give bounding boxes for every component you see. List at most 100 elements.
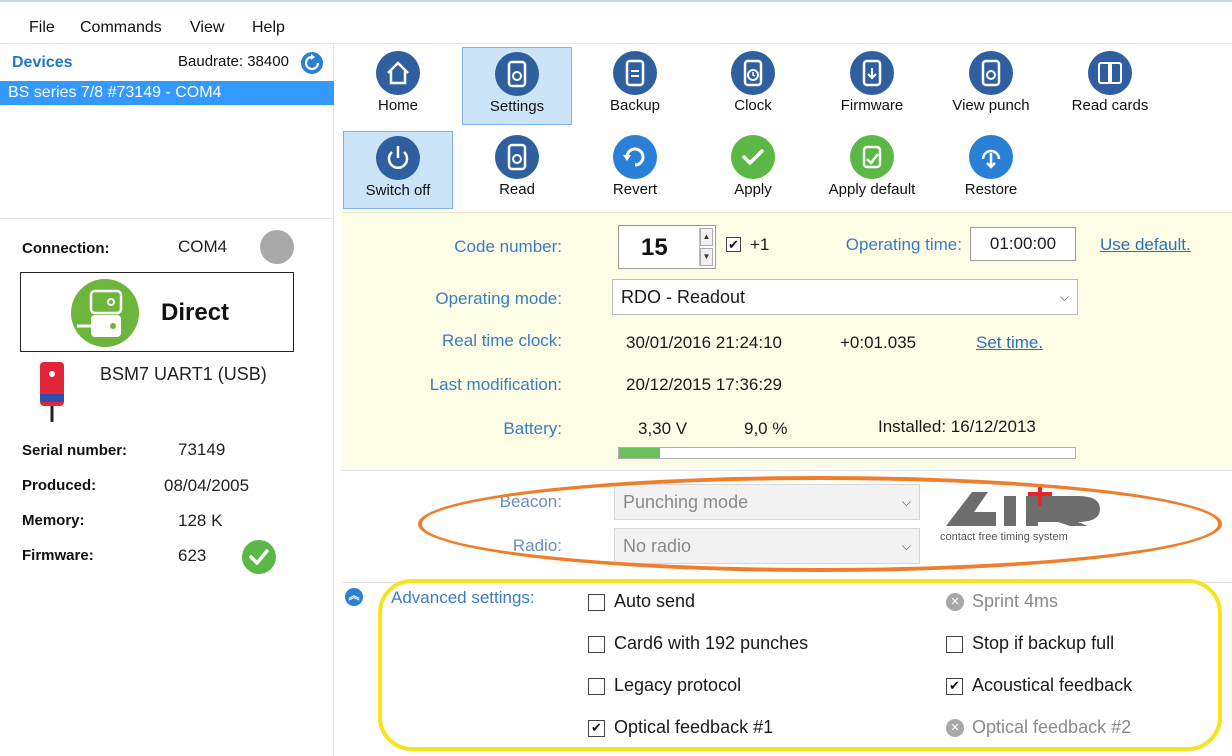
plus-one-label: +1 <box>750 235 770 254</box>
apply-default-icon <box>850 135 894 179</box>
advanced-highlight-ellipse <box>378 579 1222 751</box>
firmware-icon <box>850 51 894 95</box>
device-list-item[interactable]: BS series 7/8 #73149 - COM4 <box>0 81 334 105</box>
restore-label: Restore <box>964 181 1018 198</box>
real-time-clock-label: Real time clock: <box>442 331 562 350</box>
menu-file[interactable]: File <box>29 19 55 37</box>
operating-mode-label: Operating mode: <box>435 289 562 308</box>
read-cards-label: Read cards <box>1071 97 1149 114</box>
last-modification-label: Last modification: <box>429 375 562 394</box>
devices-title: Devices <box>12 54 73 71</box>
view-punch-button[interactable]: View punch <box>936 47 1046 125</box>
home-label: Home <box>377 97 418 114</box>
check-icon <box>242 540 276 574</box>
code-number-spinner[interactable]: ▲ ▼ <box>699 228 713 266</box>
last-modification-value: 20/12/2015 17:36:29 <box>626 375 782 394</box>
air-highlight-ellipse <box>418 476 1222 572</box>
restore-button[interactable]: Restore <box>936 131 1046 209</box>
divider <box>0 218 334 219</box>
settings-toolbar: Switch off Read Revert Apply Apply defau… <box>341 128 1232 212</box>
settings-label: Settings <box>489 98 545 115</box>
revert-button[interactable]: Revert <box>580 131 690 209</box>
use-default-link[interactable]: Use default. <box>1100 235 1191 255</box>
firmware-button-label: Firmware <box>840 97 904 114</box>
revert-icon <box>613 135 657 179</box>
restore-icon <box>969 135 1013 179</box>
code-number-value: 15 <box>641 234 668 261</box>
clock-label: Clock <box>734 97 772 114</box>
memory-label: Memory: <box>22 512 85 529</box>
operating-mode-value: RDO - Readout <box>621 287 746 307</box>
memory-value: 128 K <box>178 511 223 530</box>
chevron-down-icon: ⌵ <box>1059 290 1069 304</box>
battery-label: Battery: <box>503 419 562 438</box>
connection-status-icon <box>260 230 294 264</box>
home-icon <box>376 51 420 95</box>
read-button[interactable]: Read <box>462 131 572 209</box>
home-button[interactable]: Home <box>343 47 453 125</box>
view-punch-label: View punch <box>952 97 1030 114</box>
direct-label: Direct <box>161 299 230 326</box>
read-station-icon <box>495 135 539 179</box>
direct-connection-box: Direct <box>20 272 294 352</box>
serial-label: Serial number: <box>22 442 128 459</box>
set-time-link[interactable]: Set time. <box>976 333 1043 353</box>
connection-value: COM4 <box>178 237 228 256</box>
clock-button[interactable]: Clock <box>698 47 808 125</box>
baudrate-label: Baudrate: 38400 <box>178 53 289 70</box>
revert-label: Revert <box>612 181 658 198</box>
bsm-label: BSM7 UART1 (USB) <box>100 364 267 384</box>
menu-commands[interactable]: Commands <box>80 19 162 37</box>
settings-panel: Code number: 15 ▲ ▼ ✔ +1 Operating time:… <box>342 212 1232 468</box>
main-toolbar: Home Settings Backup Clock Firmware View… <box>341 44 1232 126</box>
check-icon <box>731 135 775 179</box>
view-punch-icon <box>969 51 1013 95</box>
operating-time-input[interactable]: 01:00:00 <box>970 227 1076 261</box>
switch-off-button[interactable]: Switch off <box>343 131 453 209</box>
switch-off-label: Switch off <box>365 182 431 199</box>
firmware-value: 623 <box>178 546 207 565</box>
bsm-station-icon <box>38 360 66 426</box>
serial-value: 73149 <box>178 440 226 459</box>
apply-label: Apply <box>734 181 772 198</box>
battery-installed: Installed: 16/12/2013 <box>878 417 1036 436</box>
clock-offset-value: +0:01.035 <box>840 333 917 352</box>
read-cards-icon <box>1088 51 1132 95</box>
operating-mode-select[interactable]: RDO - Readout ⌵ <box>612 279 1078 315</box>
spin-down-icon[interactable]: ▼ <box>700 248 713 266</box>
direct-connection-icon <box>71 279 139 347</box>
code-number-label: Code number: <box>454 237 562 256</box>
menu-bar: File Commands View Help <box>0 0 1232 44</box>
connection-label: Connection: <box>22 240 110 257</box>
code-number-input[interactable]: 15 ▲ ▼ <box>618 225 716 269</box>
produced-label: Produced: <box>22 477 97 494</box>
left-panel: Devices Baudrate: 38400 BS series 7/8 #7… <box>0 44 334 756</box>
apply-default-label: Apply default <box>828 181 916 198</box>
backup-button[interactable]: Backup <box>580 47 690 125</box>
firmware-button[interactable]: Firmware <box>817 47 927 125</box>
read-cards-button[interactable]: Read cards <box>1055 47 1165 125</box>
read-label: Read <box>499 181 535 198</box>
spin-up-icon[interactable]: ▲ <box>700 228 713 246</box>
plus-one-checkbox[interactable]: ✔ <box>726 237 741 252</box>
clock-icon <box>731 51 775 95</box>
menu-view[interactable]: View <box>190 19 224 37</box>
power-icon <box>376 136 420 180</box>
battery-voltage: 3,30 V <box>638 419 688 438</box>
apply-button[interactable]: Apply <box>698 131 808 209</box>
settings-button[interactable]: Settings <box>462 47 572 125</box>
refresh-icon[interactable] <box>301 52 323 74</box>
produced-value: 08/04/2005 <box>164 476 250 495</box>
settings-station-icon <box>495 52 539 96</box>
battery-level-fill <box>619 448 661 458</box>
collapse-up-icon[interactable]: ︽ <box>345 588 363 606</box>
apply-default-button[interactable]: Apply default <box>817 131 927 209</box>
battery-level-bar <box>618 447 1076 459</box>
menu-help[interactable]: Help <box>252 19 285 37</box>
operating-time-label: Operating time: <box>845 235 962 254</box>
real-time-clock-value: 30/01/2016 21:24:10 <box>626 333 782 352</box>
backup-icon <box>613 51 657 95</box>
firmware-label: Firmware: <box>22 547 94 564</box>
battery-percent: 9,0 % <box>744 419 788 438</box>
backup-label: Backup <box>609 97 661 114</box>
